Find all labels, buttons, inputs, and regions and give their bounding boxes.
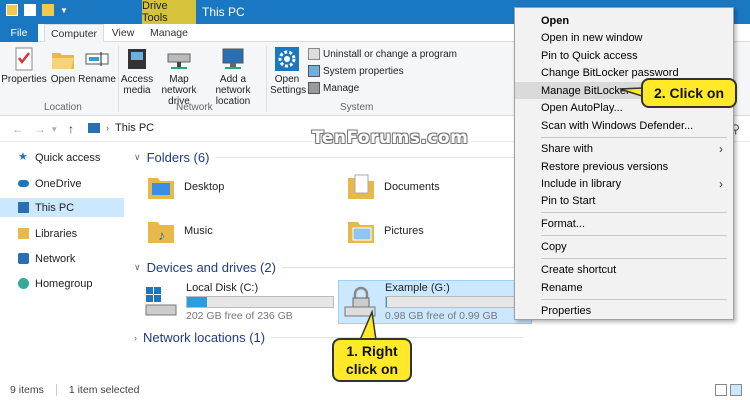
callout-step-1-line2: click on: [345, 361, 399, 377]
callout-2-pointer: [619, 87, 643, 98]
callout-step-1-line1: 1. Right: [346, 343, 398, 359]
callout-step-2: 2. Click on: [641, 78, 737, 108]
callout-1-pointer: [358, 309, 377, 341]
callout-step-1: 1. Right click on: [332, 338, 412, 382]
